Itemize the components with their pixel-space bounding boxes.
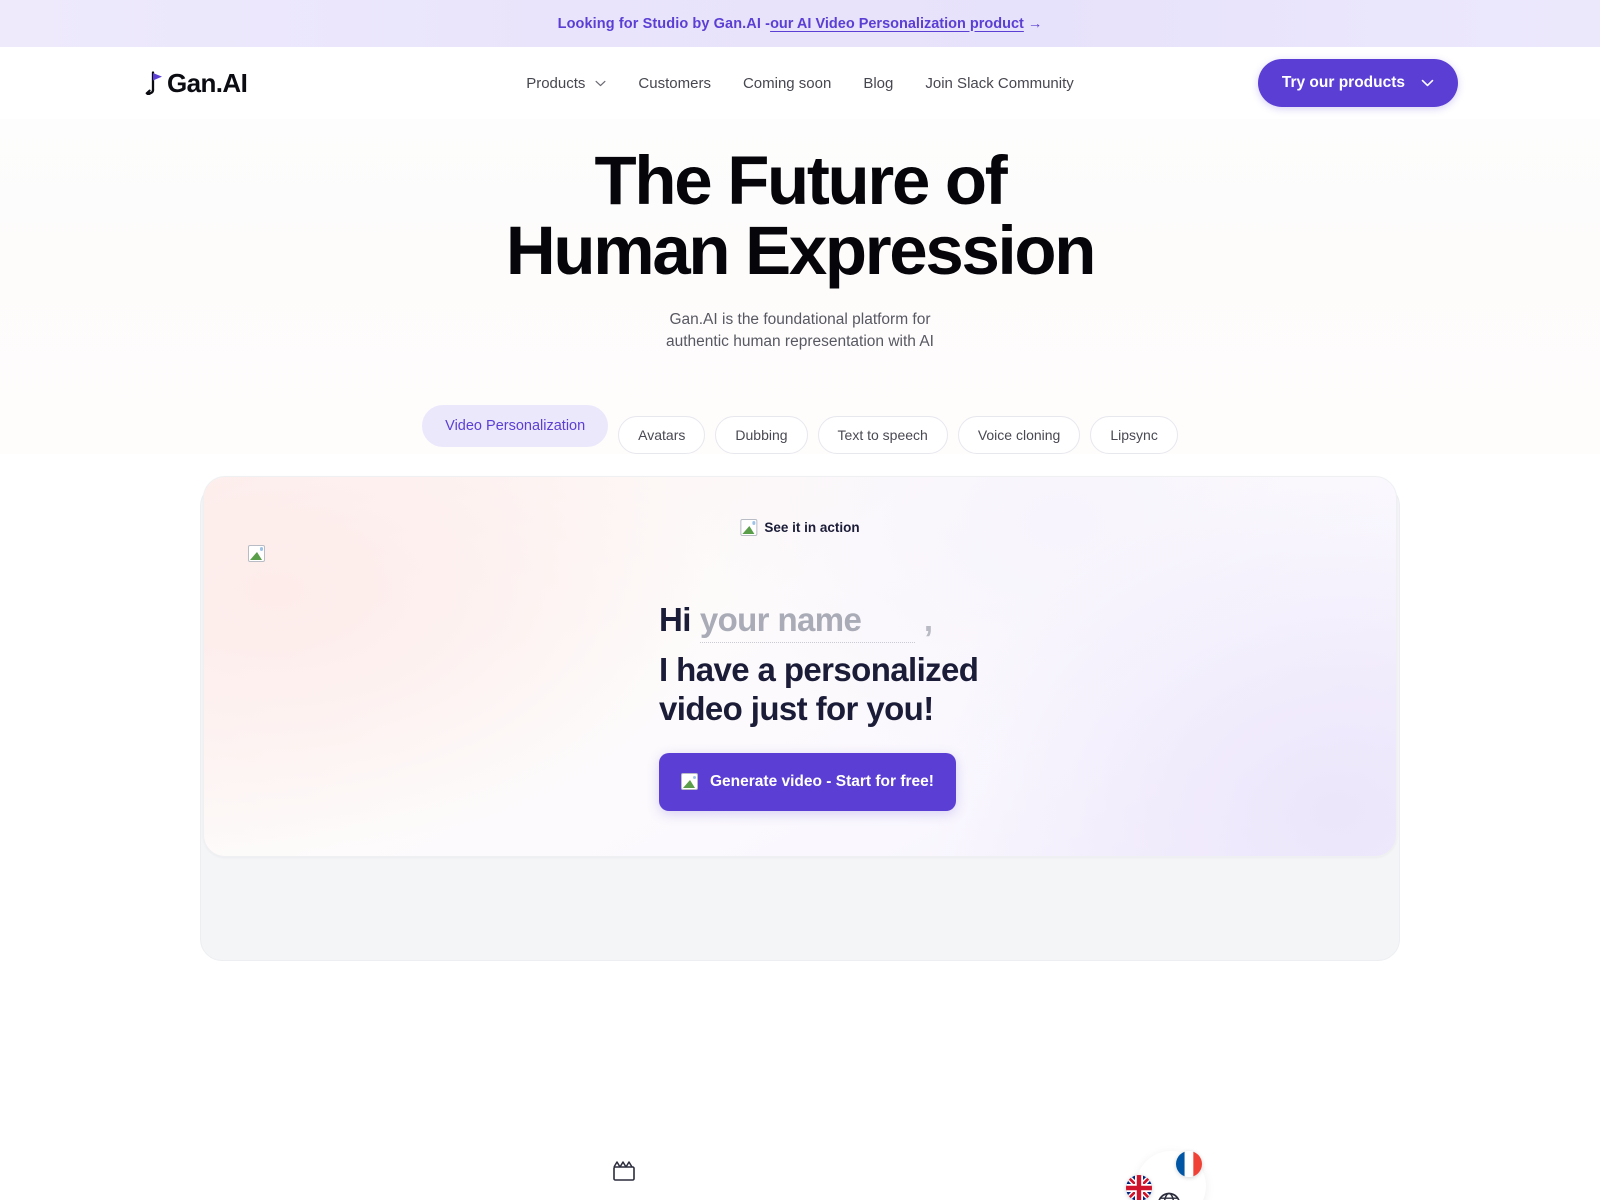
chevron-down-icon — [1421, 79, 1434, 87]
tab-voice-cloning[interactable]: Voice cloning — [957, 415, 1081, 454]
nav-item-join-slack-community[interactable]: Join Slack Community — [909, 67, 1089, 100]
nav-item-coming-soon[interactable]: Coming soon — [727, 67, 847, 100]
uk-flag-icon — [1126, 1174, 1152, 1200]
product-tabs: Video Personalization Avatars Dubbing Te… — [0, 404, 1600, 454]
broken-image-icon — [740, 518, 758, 536]
tab-text-to-speech[interactable]: Text to speech — [817, 415, 948, 454]
tab-lipsync[interactable]: Lipsync — [1090, 415, 1178, 454]
tab-label: Lipsync — [1110, 426, 1158, 443]
chevron-down-icon — [595, 80, 606, 86]
clapperboard-icon — [613, 1161, 635, 1181]
generate-video-button[interactable]: Generate video - Start for free! — [659, 752, 956, 811]
tab-label: Voice cloning — [977, 426, 1061, 443]
hero-subtitle-line-2: authentic human representation with AI — [666, 332, 934, 350]
nav-item-customers[interactable]: Customers — [622, 67, 727, 100]
demo-card-stack: See it in action Hi , I have a personali… — [200, 475, 1400, 961]
announcement-banner-text: Looking for Studio by Gan.AI - — [557, 15, 771, 32]
announcement-banner: Looking for Studio by Gan.AI - our AI Vi… — [0, 0, 1600, 47]
tab-video-personalization[interactable]: Video Personalization — [422, 404, 609, 447]
demo-comma: , — [923, 600, 933, 638]
announcement-banner-link[interactable]: our AI Video Personalization product — [770, 16, 1024, 32]
demo-message-body: I have a personalized video just for you… — [659, 650, 1129, 729]
nav-item-label: Products — [526, 74, 586, 92]
broken-image-icon — [248, 544, 265, 562]
nav-item-products[interactable]: Products — [510, 67, 622, 100]
nav-item-blog[interactable]: Blog — [847, 67, 909, 100]
demo-message: Hi , I have a personalized video just fo… — [659, 600, 1129, 729]
hero-section: The Future of Human Expression Gan.AI is… — [0, 119, 1600, 454]
site-header: Gan.AI Products Customers Coming soon Bl… — [0, 47, 1600, 119]
tab-avatars[interactable]: Avatars — [618, 415, 706, 454]
demo-message-line-1: I have a personalized — [659, 650, 979, 688]
france-flag-icon — [1176, 1150, 1202, 1177]
hero-subtitle-line-1: Gan.AI is the foundational platform for — [669, 310, 931, 328]
tab-label: Avatars — [638, 426, 686, 443]
demo-greeting-row: Hi , — [659, 600, 1129, 643]
hero-title-line-1: The Future of — [594, 142, 1008, 219]
globe-icon — [1158, 1192, 1180, 1200]
arrow-right-icon: → — [1027, 15, 1043, 32]
name-input[interactable] — [699, 600, 915, 643]
hero-subtitle: Gan.AI is the foundational platform for … — [0, 309, 1600, 353]
demo-card: See it in action Hi , I have a personali… — [203, 475, 1397, 857]
broken-image-icon — [681, 773, 698, 791]
try-our-products-button[interactable]: Try our products — [1257, 59, 1458, 107]
tab-label: Video Personalization — [445, 417, 586, 434]
tab-label: Text to speech — [837, 426, 928, 443]
see-it-in-action-label: See it in action — [740, 518, 860, 536]
demo-greeting-text: Hi — [659, 600, 691, 638]
tab-label: Dubbing — [735, 426, 788, 443]
nav-item-label: Join Slack Community — [925, 74, 1074, 92]
logo-text: Gan.AI — [167, 67, 248, 98]
see-it-in-action-text: See it in action — [764, 519, 860, 535]
ganai-flag-logo-icon — [145, 71, 162, 95]
logo[interactable]: Gan.AI — [142, 67, 248, 99]
generate-video-label: Generate video - Start for free! — [710, 772, 934, 790]
nav-item-label: Coming soon — [742, 74, 832, 92]
tab-dubbing[interactable]: Dubbing — [715, 415, 808, 454]
page-title: The Future of Human Expression — [0, 145, 1600, 290]
language-cluster — [1118, 1137, 1228, 1200]
hero-title-line-2: Human Expression — [505, 212, 1097, 290]
try-our-products-label: Try our products — [1281, 74, 1405, 91]
nav-item-label: Customers — [638, 74, 711, 92]
nav-item-label: Blog — [863, 74, 894, 92]
demo-message-line-2: video just for you! — [659, 690, 934, 728]
